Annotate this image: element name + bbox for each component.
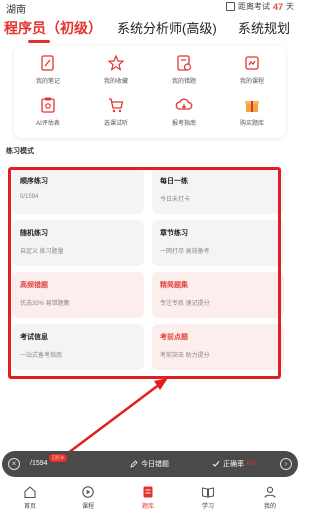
nav-study[interactable]: 学习: [178, 485, 238, 510]
nav-label: 题库: [141, 504, 154, 510]
practice-mode-title: 练习模式: [6, 148, 34, 155]
user-icon: [264, 486, 276, 498]
tab-programmer[interactable]: 程序员（初级）: [4, 18, 102, 38]
tool-label: 我的收藏: [103, 79, 128, 85]
nav-question-bank[interactable]: 题库: [118, 485, 178, 510]
nav-label: 学习: [201, 504, 214, 510]
pen-icon: [130, 460, 138, 468]
practice-progress-bar: × /1594 已打卡 今日错题 正确率 0% ›: [2, 451, 298, 477]
progress-count: /1594: [30, 460, 48, 467]
exam-countdown-unit: 天: [286, 2, 294, 11]
tool-label: 我的错题: [171, 79, 196, 85]
tab-system-planning[interactable]: 系统规划: [238, 18, 290, 37]
bottom-navigation: 首页 课程 题库 学习 我的: [0, 483, 300, 531]
close-icon[interactable]: ×: [8, 458, 20, 470]
checkin-badge: 已打卡: [49, 454, 67, 462]
tools-card: 我的笔记 我的收藏 我的错题 我的课程 AI评估表 选课试听 报考指南 购买题库: [14, 46, 286, 138]
nav-home[interactable]: 首页: [0, 485, 60, 510]
note-edit-icon: [41, 55, 54, 71]
calendar-icon: [225, 2, 235, 11]
tool-label: 报考指南: [171, 121, 196, 127]
subject-tabs: 程序员（初级） 系统分析师(高级) 系统规划: [0, 18, 300, 42]
active-tab-indicator: [28, 40, 50, 43]
tool-course-trial[interactable]: 选课试听: [82, 96, 150, 127]
nav-profile[interactable]: 我的: [240, 485, 300, 510]
tool-label: 我的课程: [239, 79, 264, 85]
cart-icon: [109, 98, 124, 113]
next-arrow-icon[interactable]: ›: [280, 458, 292, 470]
home-icon: [24, 486, 36, 499]
book-icon: [202, 487, 214, 498]
accuracy-label: 正确率: [223, 461, 244, 468]
tool-label: 选课试听: [103, 121, 128, 127]
tool-buy-question-bank[interactable]: 购买题库: [218, 96, 286, 127]
tool-my-mistakes[interactable]: 我的错题: [150, 54, 218, 85]
gift-box-icon: [245, 101, 259, 112]
question-bank-icon: [143, 486, 153, 498]
exam-countdown-label: 距离考试: [237, 2, 270, 11]
tool-my-courses[interactable]: 我的课程: [218, 54, 286, 85]
nav-label: 课程: [81, 504, 94, 510]
tool-label: 我的笔记: [35, 79, 60, 85]
nav-courses[interactable]: 课程: [58, 485, 118, 510]
check-icon: [212, 461, 220, 467]
tool-ai-assessment[interactable]: AI评估表: [14, 96, 82, 127]
accuracy-button[interactable]: 正确率 0%: [212, 459, 256, 469]
course-icon: [245, 56, 259, 70]
status-row: 湖南 距离考试 47 天: [0, 0, 300, 17]
ai-clipboard-icon: [41, 97, 55, 113]
tab-system-analyst[interactable]: 系统分析师(高级): [117, 18, 217, 37]
today-wrong-label: 今日错题: [141, 461, 169, 468]
nav-label: 我的: [263, 504, 276, 510]
nav-label: 首页: [23, 504, 36, 510]
guide-cloud-icon: [175, 98, 193, 110]
star-icon: [107, 54, 125, 71]
location-label[interactable]: 湖南: [6, 1, 26, 16]
accuracy-value: 0%: [247, 461, 256, 467]
tool-label: AI评估表: [36, 121, 60, 127]
highlight-annotation-box: [8, 167, 281, 379]
tool-label: 购买题库: [239, 121, 264, 127]
today-wrong-button[interactable]: 今日错题: [130, 459, 169, 469]
tool-my-notes[interactable]: 我的笔记: [14, 54, 82, 85]
tool-exam-guide[interactable]: 报考指南: [150, 96, 218, 127]
exam-countdown-days: 47: [272, 1, 283, 12]
play-course-icon: [82, 486, 94, 498]
tool-my-favorites[interactable]: 我的收藏: [82, 54, 150, 85]
error-book-icon: [177, 55, 192, 71]
exam-countdown: 距离考试 47 天: [225, 1, 294, 12]
